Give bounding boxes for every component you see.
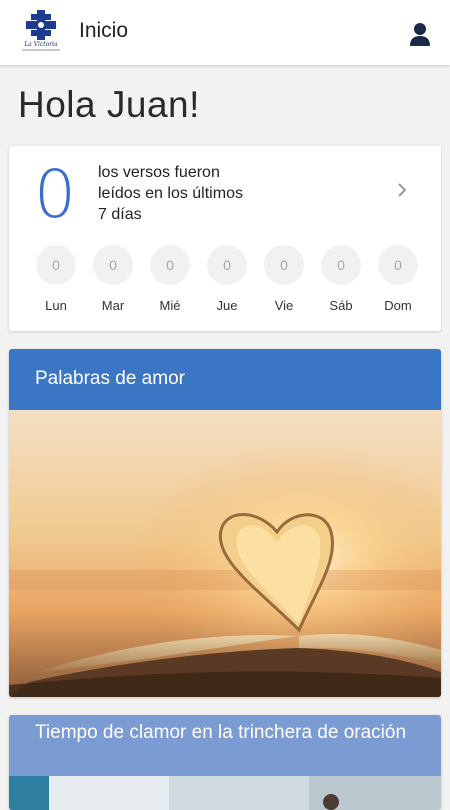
- day-label: Mar: [101, 298, 125, 313]
- day-count-badge: 0: [321, 245, 361, 285]
- article-title: Tiempo de clamor en la trinchera de orac…: [9, 715, 441, 776]
- day-label: Sáb: [329, 298, 353, 313]
- weekday-row: 0 Lun 0 Mar 0 Mié 0 Jue 0 Vie 0 Sáb 0 Do…: [35, 245, 425, 315]
- article-card[interactable]: Palabras de amor: [9, 349, 441, 697]
- day-label: Jue: [216, 298, 238, 313]
- day-wed: 0 Mié: [149, 245, 191, 313]
- greeting-heading: Hola Juan!: [18, 84, 200, 125]
- top-app-bar: La Victoria Inicio: [0, 0, 450, 65]
- church-logo[interactable]: La Victoria: [22, 8, 60, 56]
- page-title: Inicio: [79, 19, 129, 42]
- day-fri: 0 Vie: [263, 245, 305, 313]
- day-label: Mié: [159, 298, 181, 313]
- user-icon: [410, 23, 430, 46]
- article-title: Palabras de amor: [9, 349, 441, 410]
- logo-tagline-line: [22, 49, 60, 51]
- logo-text: La Victoria: [24, 41, 58, 48]
- day-sun: 0 Dom: [377, 245, 419, 313]
- reading-stats-card[interactable]: 0 los versos fueron leídos en los último…: [9, 146, 441, 331]
- user-profile-button[interactable]: [406, 20, 434, 48]
- day-thu: 0 Jue: [206, 245, 248, 313]
- day-count-badge: 0: [207, 245, 247, 285]
- day-count-badge: 0: [93, 245, 133, 285]
- article-image: [9, 410, 441, 697]
- chevron-right-icon[interactable]: [395, 182, 409, 198]
- day-label: Vie: [274, 298, 294, 313]
- day-count-badge: 0: [150, 245, 190, 285]
- logo-emblem-icon: [26, 10, 56, 40]
- day-count-badge: 0: [36, 245, 76, 285]
- day-sat: 0 Sáb: [320, 245, 362, 313]
- day-mon: 0 Lun: [35, 245, 77, 313]
- day-count-badge: 0: [378, 245, 418, 285]
- day-label: Lun: [45, 298, 67, 313]
- day-count-badge: 0: [264, 245, 304, 285]
- verses-read-count: 0: [34, 156, 76, 233]
- article-card[interactable]: Tiempo de clamor en la trinchera de orac…: [9, 715, 441, 810]
- day-label: Dom: [384, 298, 412, 313]
- verses-read-description: los versos fueron leídos en los últimos …: [98, 164, 243, 223]
- day-tue: 0 Mar: [92, 245, 134, 313]
- article-image: [9, 776, 441, 810]
